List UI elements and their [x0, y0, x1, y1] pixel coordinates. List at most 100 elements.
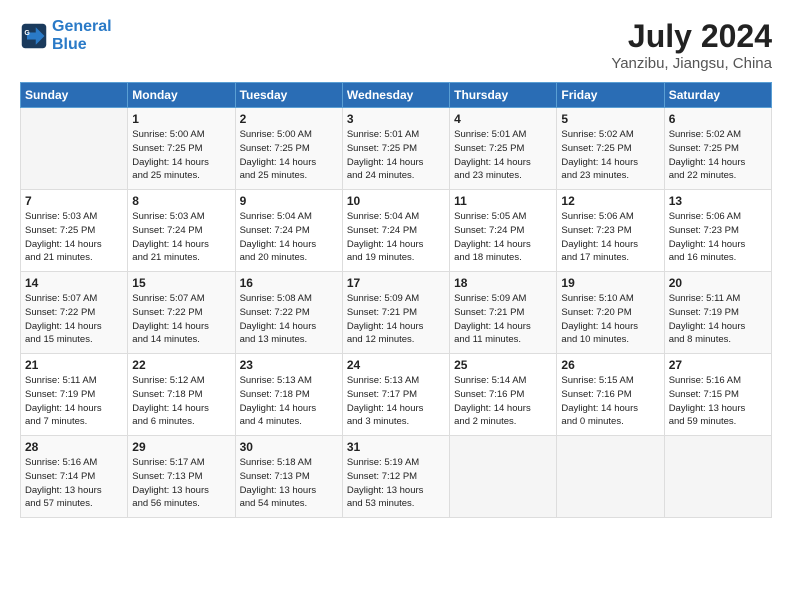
day-number: 6: [669, 112, 767, 126]
day-number: 15: [132, 276, 230, 290]
logo: G GeneralBlue: [20, 18, 112, 53]
calendar-cell: 26 Sunrise: 5:15 AM Sunset: 7:16 PM Dayli…: [557, 354, 664, 436]
calendar-cell: 13Sunrise: 5:06 AM Sunset: 7:23 PM Dayli…: [664, 190, 771, 272]
day-info: Sunrise: 5:15 AM Sunset: 7:16 PM Dayligh…: [561, 374, 659, 429]
calendar-cell: 4 Sunrise: 5:01 AM Sunset: 7:25 PM Daylig…: [450, 108, 557, 190]
logo-line2: Blue: [52, 36, 87, 53]
day-info: Sunrise: 5:01 AM Sunset: 7:25 PM Dayligh…: [347, 128, 445, 183]
day-number: 11: [454, 194, 552, 208]
day-info: Sunrise: 5:09 AM Sunset: 7:21 PM Dayligh…: [454, 292, 552, 347]
day-number: 5: [561, 112, 659, 126]
day-number: 29: [132, 440, 230, 454]
day-number: 2: [240, 112, 338, 126]
day-info: Sunrise: 5:04 AM Sunset: 7:24 PM Dayligh…: [240, 210, 338, 265]
day-info: Sunrise: 5:04 AM Sunset: 7:24 PM Dayligh…: [347, 210, 445, 265]
week-row-1: 1 Sunrise: 5:00 AM Sunset: 7:25 PM Daylig…: [21, 108, 772, 190]
day-info: Sunrise: 5:19 AM Sunset: 7:12 PM Dayligh…: [347, 456, 445, 511]
day-number: 27: [669, 358, 767, 372]
day-number: 4: [454, 112, 552, 126]
day-info: Sunrise: 5:05 AM Sunset: 7:24 PM Dayligh…: [454, 210, 552, 265]
calendar-cell: 27 Sunrise: 5:16 AM Sunset: 7:15 PM Dayli…: [664, 354, 771, 436]
calendar-cell: 17 Sunrise: 5:09 AM Sunset: 7:21 PM Dayli…: [342, 272, 449, 354]
logo-icon: G: [20, 22, 48, 50]
day-number: 25: [454, 358, 552, 372]
calendar-cell: 31 Sunrise: 5:19 AM Sunset: 7:12 PM Dayli…: [342, 436, 449, 518]
day-number: 23: [240, 358, 338, 372]
day-info: Sunrise: 5:07 AM Sunset: 7:22 PM Dayligh…: [132, 292, 230, 347]
title-block: July 2024 Yanzibu, Jiangsu, China: [611, 18, 772, 72]
day-info: Sunrise: 5:11 AM Sunset: 7:19 PM Dayligh…: [25, 374, 123, 429]
day-number: 20: [669, 276, 767, 290]
day-info: Sunrise: 5:17 AM Sunset: 7:13 PM Dayligh…: [132, 456, 230, 511]
day-info: Sunrise: 5:14 AM Sunset: 7:16 PM Dayligh…: [454, 374, 552, 429]
day-number: 12: [561, 194, 659, 208]
day-info: Sunrise: 5:18 AM Sunset: 7:13 PM Dayligh…: [240, 456, 338, 511]
logo-text: GeneralBlue: [52, 18, 112, 53]
weekday-header-row: SundayMondayTuesdayWednesdayThursdayFrid…: [21, 83, 772, 108]
day-info: Sunrise: 5:08 AM Sunset: 7:22 PM Dayligh…: [240, 292, 338, 347]
weekday-wednesday: Wednesday: [342, 83, 449, 108]
day-info: Sunrise: 5:00 AM Sunset: 7:25 PM Dayligh…: [132, 128, 230, 183]
day-number: 14: [25, 276, 123, 290]
day-info: Sunrise: 5:03 AM Sunset: 7:24 PM Dayligh…: [132, 210, 230, 265]
day-info: Sunrise: 5:09 AM Sunset: 7:21 PM Dayligh…: [347, 292, 445, 347]
calendar-cell: 24Sunrise: 5:13 AM Sunset: 7:17 PM Dayli…: [342, 354, 449, 436]
calendar-cell: [21, 108, 128, 190]
main-title: July 2024: [611, 18, 772, 55]
calendar-cell: 16 Sunrise: 5:08 AM Sunset: 7:22 PM Dayli…: [235, 272, 342, 354]
week-row-3: 14 Sunrise: 5:07 AM Sunset: 7:22 PM Dayli…: [21, 272, 772, 354]
calendar-cell: 15 Sunrise: 5:07 AM Sunset: 7:22 PM Dayli…: [128, 272, 235, 354]
weekday-thursday: Thursday: [450, 83, 557, 108]
weekday-saturday: Saturday: [664, 83, 771, 108]
calendar-cell: 29 Sunrise: 5:17 AM Sunset: 7:13 PM Dayli…: [128, 436, 235, 518]
calendar-cell: 9 Sunrise: 5:04 AM Sunset: 7:24 PM Daylig…: [235, 190, 342, 272]
calendar-cell: 3Sunrise: 5:01 AM Sunset: 7:25 PM Daylig…: [342, 108, 449, 190]
calendar-cell: 8 Sunrise: 5:03 AM Sunset: 7:24 PM Daylig…: [128, 190, 235, 272]
day-number: 9: [240, 194, 338, 208]
calendar-table: SundayMondayTuesdayWednesdayThursdayFrid…: [20, 82, 772, 518]
day-number: 24: [347, 358, 445, 372]
day-number: 21: [25, 358, 123, 372]
week-row-2: 7Sunrise: 5:03 AM Sunset: 7:25 PM Daylig…: [21, 190, 772, 272]
day-info: Sunrise: 5:01 AM Sunset: 7:25 PM Dayligh…: [454, 128, 552, 183]
logo-line1: General: [52, 18, 112, 35]
calendar-cell: 12Sunrise: 5:06 AM Sunset: 7:23 PM Dayli…: [557, 190, 664, 272]
weekday-monday: Monday: [128, 83, 235, 108]
calendar-cell: 22 Sunrise: 5:12 AM Sunset: 7:18 PM Dayli…: [128, 354, 235, 436]
weekday-friday: Friday: [557, 83, 664, 108]
day-number: 1: [132, 112, 230, 126]
weekday-tuesday: Tuesday: [235, 83, 342, 108]
day-info: Sunrise: 5:06 AM Sunset: 7:23 PM Dayligh…: [669, 210, 767, 265]
calendar-cell: 2Sunrise: 5:00 AM Sunset: 7:25 PM Daylig…: [235, 108, 342, 190]
day-number: 8: [132, 194, 230, 208]
svg-text:G: G: [24, 30, 30, 37]
calendar-cell: 23Sunrise: 5:13 AM Sunset: 7:18 PM Dayli…: [235, 354, 342, 436]
day-number: 26: [561, 358, 659, 372]
header: G GeneralBlue July 2024 Yanzibu, Jiangsu…: [20, 18, 772, 72]
week-row-5: 28Sunrise: 5:16 AM Sunset: 7:14 PM Dayli…: [21, 436, 772, 518]
day-number: 31: [347, 440, 445, 454]
calendar-cell: 10 Sunrise: 5:04 AM Sunset: 7:24 PM Dayli…: [342, 190, 449, 272]
day-number: 19: [561, 276, 659, 290]
calendar-cell: 30Sunrise: 5:18 AM Sunset: 7:13 PM Dayli…: [235, 436, 342, 518]
day-number: 17: [347, 276, 445, 290]
calendar-cell: 21 Sunrise: 5:11 AM Sunset: 7:19 PM Dayli…: [21, 354, 128, 436]
day-info: Sunrise: 5:03 AM Sunset: 7:25 PM Dayligh…: [25, 210, 123, 265]
calendar-cell: [450, 436, 557, 518]
calendar-cell: 25 Sunrise: 5:14 AM Sunset: 7:16 PM Dayli…: [450, 354, 557, 436]
week-row-4: 21 Sunrise: 5:11 AM Sunset: 7:19 PM Dayli…: [21, 354, 772, 436]
day-number: 22: [132, 358, 230, 372]
day-number: 16: [240, 276, 338, 290]
day-info: Sunrise: 5:07 AM Sunset: 7:22 PM Dayligh…: [25, 292, 123, 347]
day-info: Sunrise: 5:11 AM Sunset: 7:19 PM Dayligh…: [669, 292, 767, 347]
day-number: 28: [25, 440, 123, 454]
day-info: Sunrise: 5:02 AM Sunset: 7:25 PM Dayligh…: [561, 128, 659, 183]
day-number: 10: [347, 194, 445, 208]
calendar-cell: [557, 436, 664, 518]
page: G GeneralBlue July 2024 Yanzibu, Jiangsu…: [0, 0, 792, 612]
calendar-cell: 11 Sunrise: 5:05 AM Sunset: 7:24 PM Dayli…: [450, 190, 557, 272]
day-info: Sunrise: 5:12 AM Sunset: 7:18 PM Dayligh…: [132, 374, 230, 429]
day-info: Sunrise: 5:16 AM Sunset: 7:15 PM Dayligh…: [669, 374, 767, 429]
calendar-cell: 28Sunrise: 5:16 AM Sunset: 7:14 PM Dayli…: [21, 436, 128, 518]
day-info: Sunrise: 5:10 AM Sunset: 7:20 PM Dayligh…: [561, 292, 659, 347]
